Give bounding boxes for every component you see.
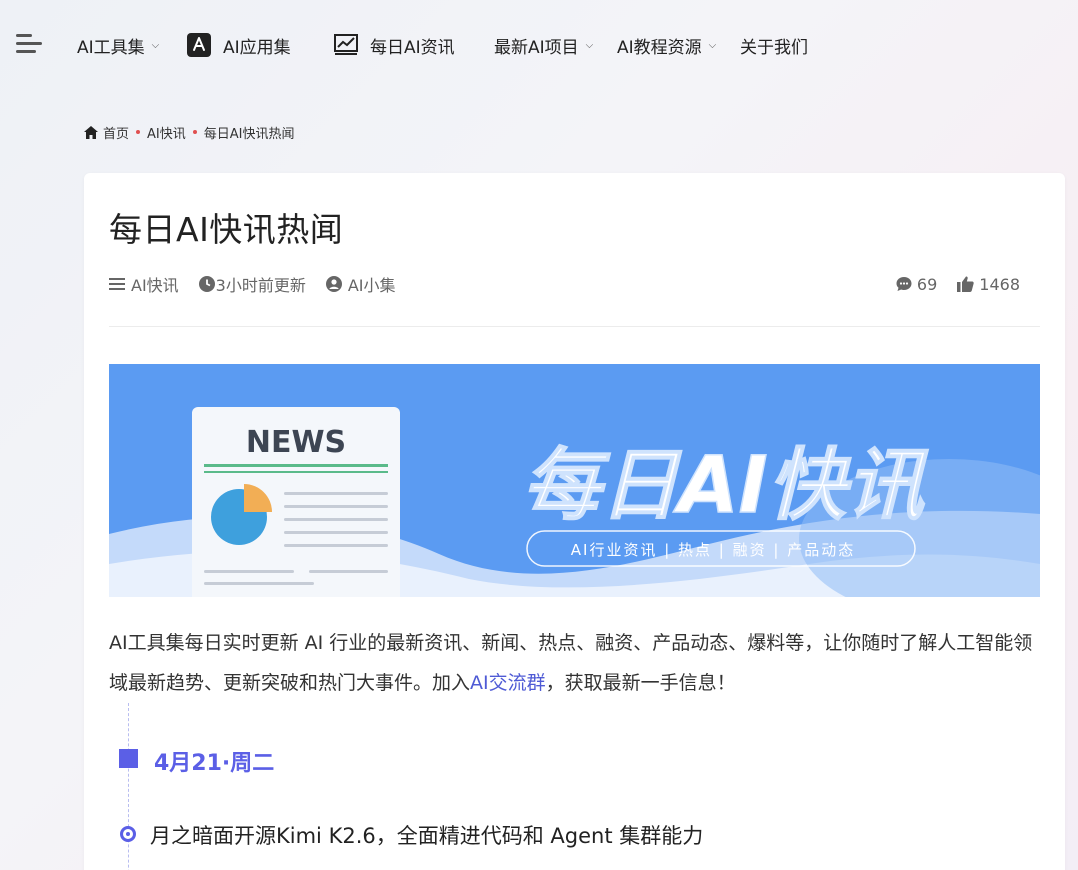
trend-chart-icon: [334, 33, 358, 57]
user-icon: [325, 276, 342, 292]
banner-news-label: NEWS: [246, 425, 346, 460]
timeline-dot-icon: [120, 826, 136, 842]
nav-item-tutorials[interactable]: AI教程资源 ⌵: [617, 32, 716, 58]
community-group-link[interactable]: AI交流群: [470, 672, 546, 694]
newspaper-icon: NEWS: [192, 407, 400, 597]
news-item-title[interactable]: 月之暗面开源Kimi K2.6，全面精进代码和 Agent 集群能力: [150, 820, 703, 850]
intro-tail: ，获取最新一手信息！: [545, 672, 736, 694]
nav-item-label: AI教程资源: [617, 37, 702, 58]
meta-updated: 3小时前更新: [198, 272, 306, 296]
comments-count-value: 69: [916, 274, 938, 294]
meta-category[interactable]: AI快讯: [109, 272, 179, 296]
thumbs-up-icon: [957, 276, 974, 292]
chevron-down-icon: ⌵: [585, 39, 594, 51]
nav-item-latest-projects[interactable]: 最新AI项目 ⌵: [494, 32, 593, 58]
breadcrumb-home[interactable]: 首页: [103, 123, 129, 142]
article-banner-image: NEWS 每日AI快讯 AI行业资讯 | 热点 | 融资 | 产品动态: [109, 364, 1040, 597]
home-icon[interactable]: [84, 125, 98, 139]
nav-item-label: AI应用集: [223, 37, 291, 58]
date-heading: 4月21·周二: [154, 751, 275, 776]
timeline-line: [128, 703, 129, 870]
nav-item-about[interactable]: 关于我们: [740, 32, 808, 58]
nav-item-label: 每日AI资讯: [370, 37, 455, 58]
nav-item-ai-tools[interactable]: AI工具集 ⌵: [77, 32, 159, 58]
divider: [109, 326, 1040, 327]
breadcrumb-current: 每日AI快讯热闻: [203, 126, 295, 142]
breadcrumb-separator: [192, 130, 197, 134]
meta-updated-label: 3小时前更新: [215, 276, 306, 295]
menu-toggle-icon[interactable]: [16, 34, 42, 54]
comments-count[interactable]: 69: [896, 275, 937, 294]
article-meta: AI快讯 3小时前更新 AI小集: [109, 273, 416, 295]
article-stats: 69 1468: [876, 273, 1020, 295]
nav-item-label: 关于我们: [740, 37, 808, 58]
banner-headline: 每日AI快讯: [522, 441, 928, 531]
list-icon: [109, 278, 125, 290]
likes-count-value: 1468: [979, 274, 1020, 294]
breadcrumb: 首页 AI快讯 每日AI快讯热闻: [84, 122, 294, 142]
clock-icon: [198, 276, 215, 292]
page-title: 每日AI快讯热闻: [109, 210, 344, 249]
banner-tagline: AI行业资讯 | 热点 | 融资 | 产品动态: [571, 541, 855, 559]
meta-author-label: AI小集: [347, 276, 396, 295]
breadcrumb-separator: [136, 130, 141, 134]
likes-count[interactable]: 1468: [957, 275, 1020, 294]
top-navigation: AI工具集 ⌵ AI应用集 每日AI资讯 最新AI项目 ⌵ AI教程资源 ⌵ 关: [0, 0, 1078, 90]
nav-item-daily-news[interactable]: 每日AI资讯: [334, 32, 455, 58]
app-store-icon: [187, 33, 211, 57]
article-card: 每日AI快讯热闻 AI快讯 3小时前更新 AI小集 69 1468 NEWS 每…: [84, 173, 1065, 870]
nav-item-label: 最新AI项目: [494, 37, 579, 58]
breadcrumb-category[interactable]: AI快讯: [147, 123, 186, 142]
intro-paragraph: AI工具集每日实时更新 AI 行业的最新资讯、新闻、热点、融资、产品动态、爆料等…: [109, 623, 1044, 703]
date-marker-icon: [119, 749, 138, 768]
chevron-down-icon: ⌵: [151, 39, 160, 51]
nav-item-ai-apps[interactable]: AI应用集: [187, 32, 291, 58]
meta-category-label: AI快讯: [131, 276, 179, 295]
comment-icon: [896, 277, 912, 291]
meta-author[interactable]: AI小集: [325, 272, 396, 296]
chevron-down-icon: ⌵: [708, 39, 717, 51]
nav-item-label: AI工具集: [77, 37, 145, 58]
